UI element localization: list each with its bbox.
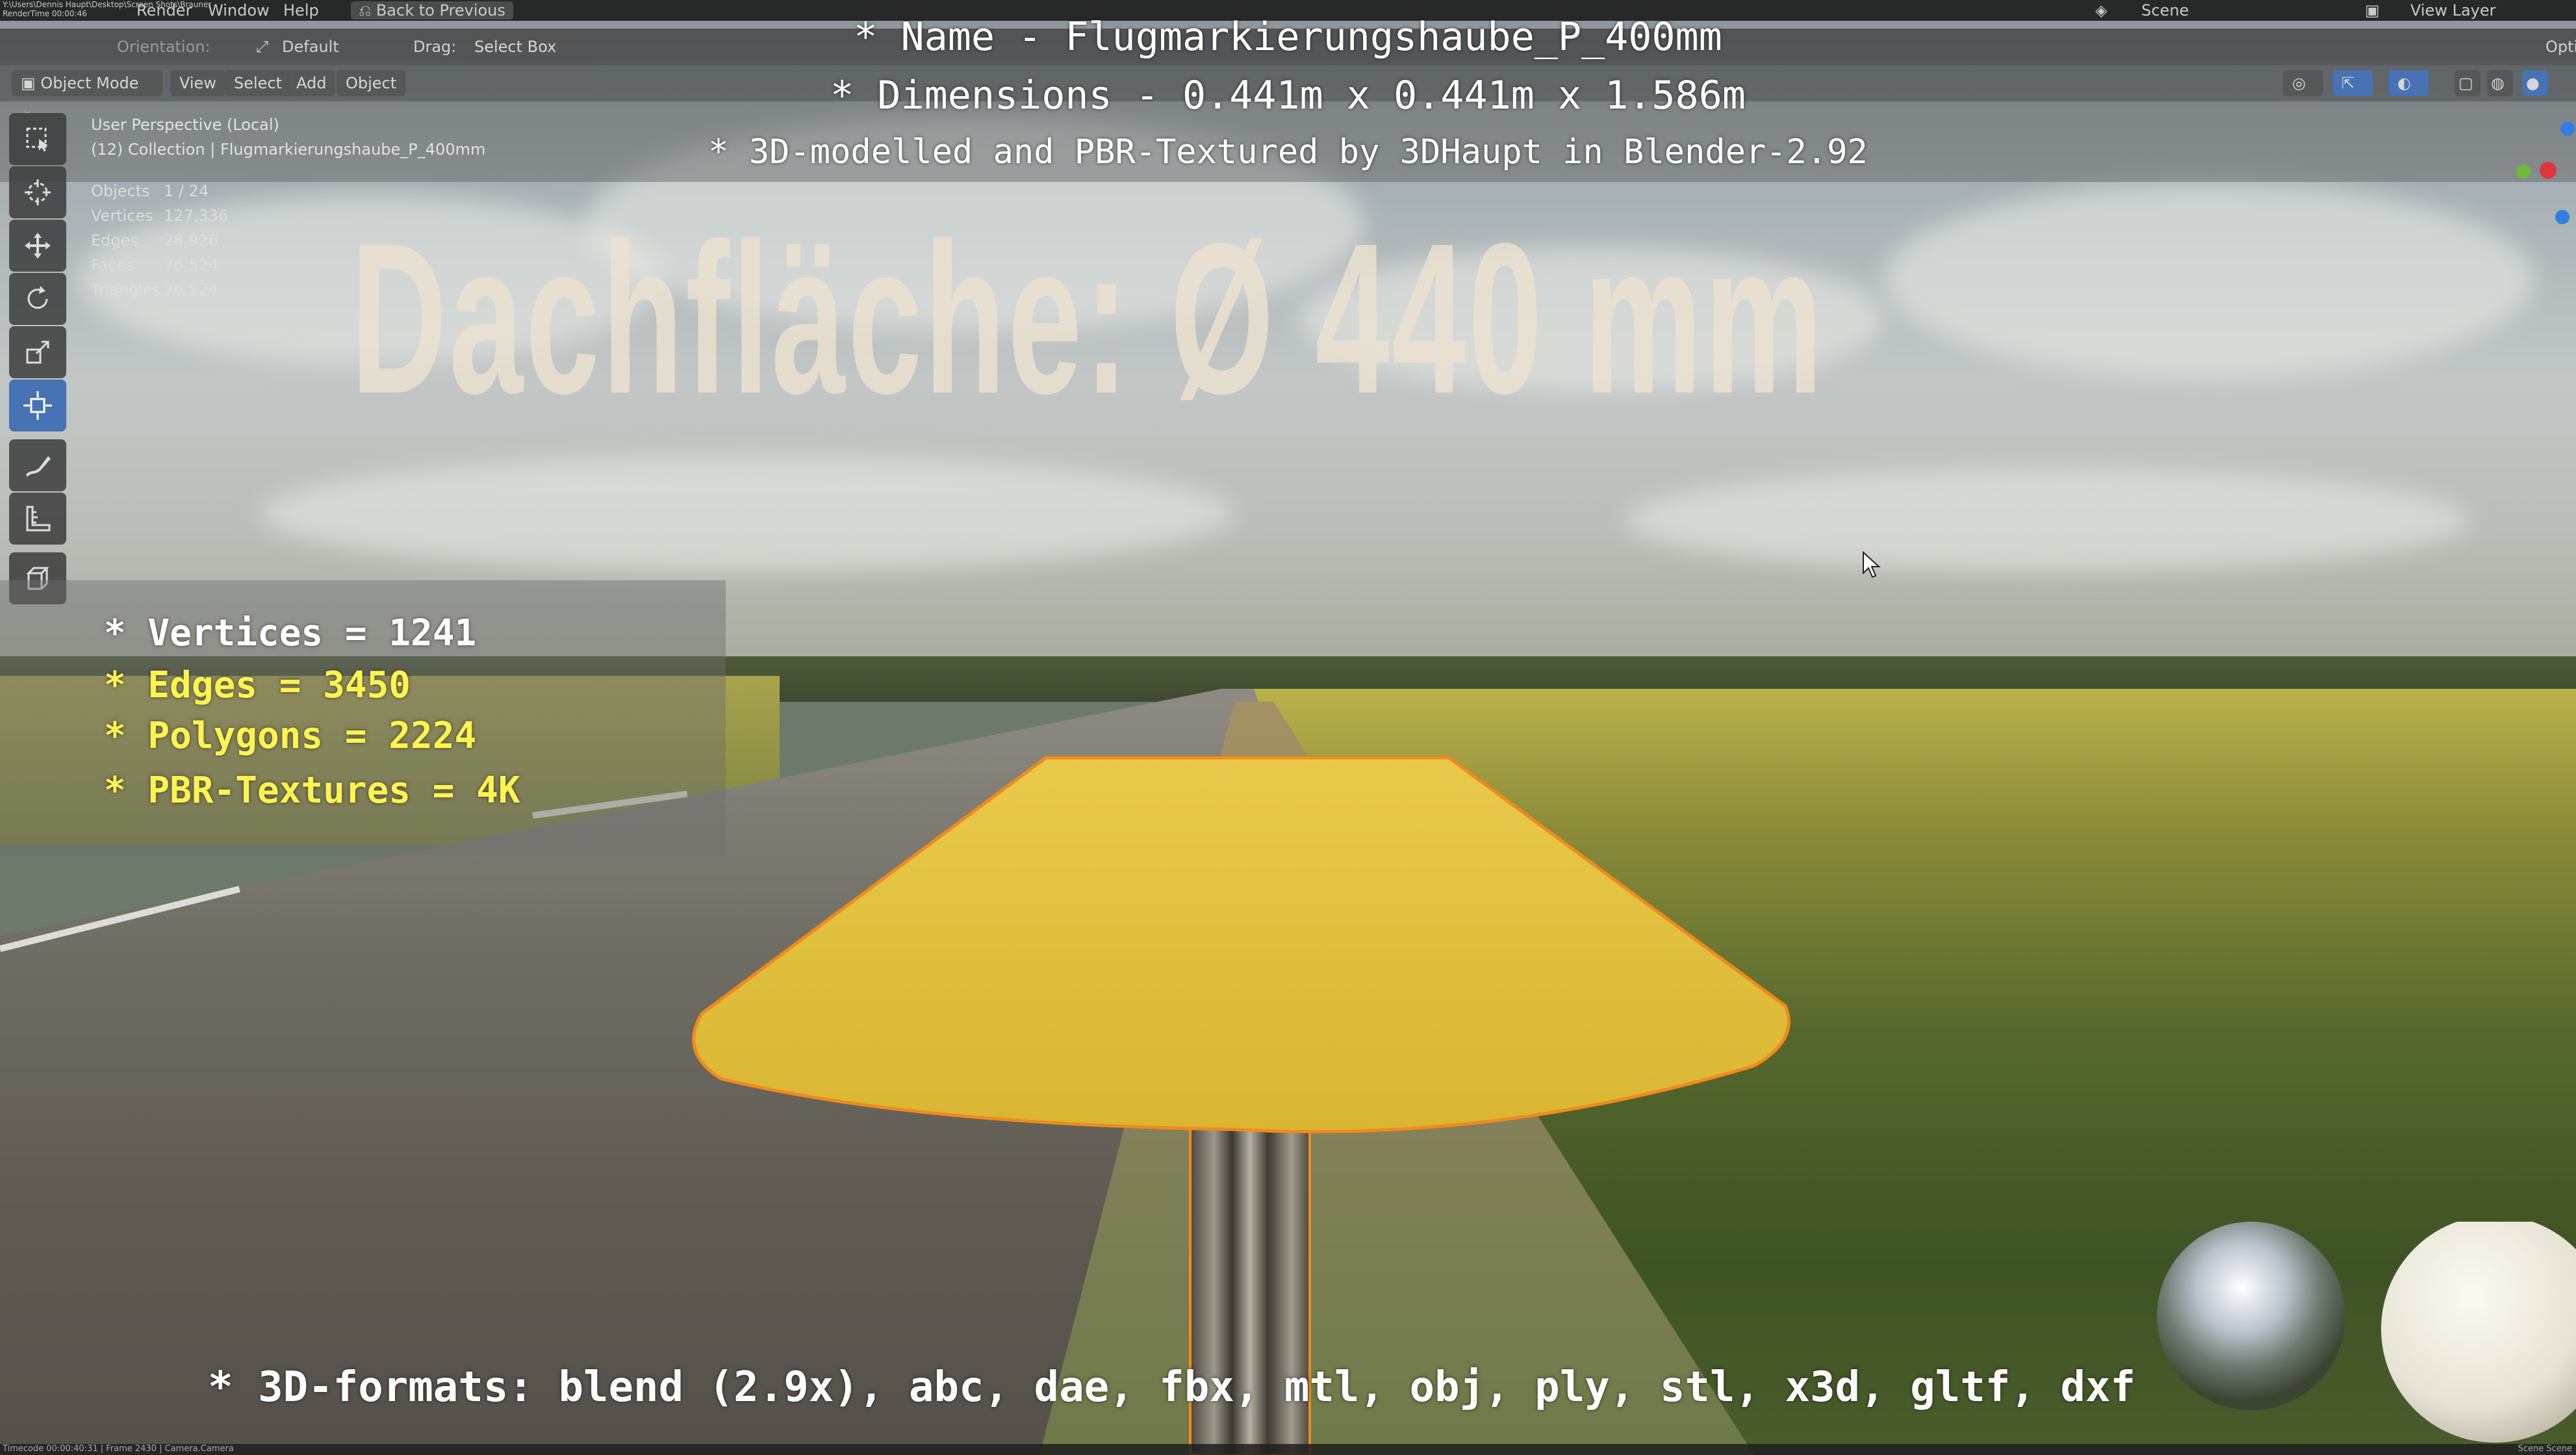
roof-area-caption: Dachfläche: Ø 440 mm bbox=[351, 198, 1826, 438]
tool-cursor[interactable] bbox=[9, 166, 66, 218]
stat-value: 76,524 bbox=[164, 281, 218, 299]
model-name: * Name - Flugmarkierungshaube_P_400mm bbox=[854, 14, 1722, 60]
move-icon bbox=[25, 233, 51, 259]
export-formats: * 3D-formats: blend (2.9x), abc, dae, fb… bbox=[208, 1363, 2136, 1411]
stat-row: Vertices 127,336 bbox=[91, 207, 286, 231]
tool-rotate[interactable] bbox=[9, 273, 66, 325]
rotate-icon bbox=[27, 286, 48, 309]
stat-value: 127,336 bbox=[164, 207, 229, 225]
stat-edges: * Edges = 3450 bbox=[104, 664, 411, 706]
gizmo-z-axis bbox=[2560, 122, 2575, 136]
stat-row: Edges 28,926 bbox=[91, 231, 286, 256]
stat-row: Objects 1 / 24 bbox=[91, 182, 286, 207]
stat-key: Faces bbox=[91, 256, 134, 274]
diffuse-sphere bbox=[2381, 1222, 2576, 1443]
hdri-preview-spheres bbox=[2157, 1222, 2576, 1443]
stat-value: 76,524 bbox=[164, 256, 218, 274]
tool-scale[interactable] bbox=[9, 326, 66, 378]
stat-key: Vertices bbox=[91, 207, 153, 225]
tool-move[interactable] bbox=[9, 220, 66, 272]
status-bar: Timecode 00:00:40:31 | Frame 2430 | Came… bbox=[0, 1444, 2576, 1455]
stat-key: Triangles bbox=[91, 281, 160, 299]
annotate-icon bbox=[26, 456, 51, 477]
tool-annotate[interactable] bbox=[9, 439, 66, 491]
stat-vertices: * Vertices = 1241 bbox=[104, 612, 477, 654]
stat-row: Faces 76,524 bbox=[91, 256, 286, 281]
select-box-icon bbox=[26, 127, 48, 151]
stat-pbr-textures: * PBR-Textures = 4K bbox=[104, 769, 520, 812]
transform-icon bbox=[23, 391, 52, 420]
cursor-icon bbox=[25, 179, 51, 205]
tool-select-box[interactable] bbox=[9, 113, 66, 165]
stat-value: 1 / 24 bbox=[164, 182, 209, 200]
chrome-sphere bbox=[2157, 1222, 2345, 1410]
status-right: Scene Scene bbox=[2518, 1444, 2572, 1454]
yellow-cap bbox=[692, 756, 1791, 1133]
scale-icon bbox=[26, 341, 49, 364]
stat-row: Triangles 76,524 bbox=[91, 281, 286, 305]
stat-key: Objects bbox=[91, 182, 150, 200]
stat-value: 28,926 bbox=[164, 231, 218, 250]
gizmo-x-axis bbox=[2540, 162, 2557, 179]
tool-measure[interactable] bbox=[9, 493, 66, 545]
measure-icon bbox=[26, 506, 51, 532]
mouse-cursor-icon bbox=[1863, 551, 1881, 578]
collection-info: (12) Collection | Flugmarkierungshaube_P… bbox=[91, 140, 486, 159]
tool-transform[interactable] bbox=[9, 380, 66, 431]
status-left: Timecode 00:00:40:31 | Frame 2430 | Came… bbox=[3, 1444, 234, 1454]
gizmo-y-axis bbox=[2516, 164, 2531, 179]
model-dimensions: * Dimensions - 0.441m x 0.441m x 1.586m bbox=[830, 73, 1746, 118]
stat-key: Edges bbox=[91, 231, 138, 250]
view-perspective: User Perspective (Local) bbox=[91, 116, 279, 134]
gizmo-neg-z-axis bbox=[2555, 210, 2570, 224]
navigation-gizmo[interactable] bbox=[2508, 110, 2576, 227]
stat-polygons: * Polygons = 2224 bbox=[104, 715, 477, 757]
